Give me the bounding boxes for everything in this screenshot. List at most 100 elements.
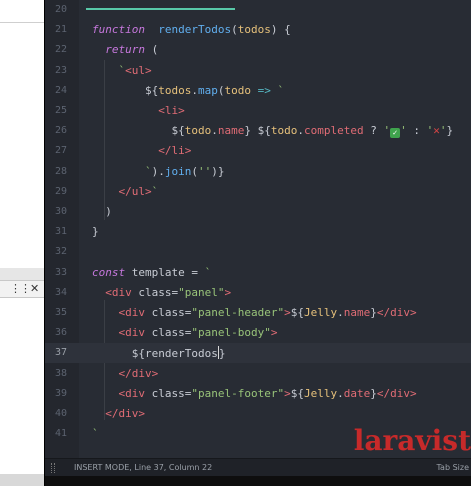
code-token: </ul> [118, 184, 152, 198]
code-line[interactable]: 21 function renderTodos(todos) { [45, 20, 471, 40]
code-token: <div [118, 326, 146, 340]
code-token: '' [197, 164, 212, 178]
code-token: ) [92, 205, 112, 218]
line-number: 23 [54, 64, 67, 76]
code-token: completed [303, 124, 364, 138]
code-line[interactable]: 30 ) [45, 202, 471, 222]
sidebar-footer [0, 474, 44, 486]
code-editor[interactable]: 20 21 function renderTodos(todos) { 22 retu… [45, 0, 471, 458]
code-token: . [211, 124, 218, 138]
code-line[interactable]: 33 const template = ` [45, 263, 471, 283]
code-token: map [197, 83, 218, 97]
close-icon[interactable]: ✕ [30, 282, 39, 295]
code-text: </div> [92, 366, 159, 381]
code-token: Jelly [303, 386, 338, 400]
line-number: 39 [54, 387, 67, 399]
code-token: class= [131, 285, 179, 299]
code-line[interactable]: 20 [45, 0, 471, 20]
code-token: date [343, 386, 371, 400]
code-token: todo [224, 83, 251, 97]
code-text: </li> [92, 144, 191, 158]
code-token: ( [231, 23, 238, 37]
code-token: ( [145, 43, 159, 57]
code-token: } [92, 225, 99, 239]
code-token: } [217, 164, 225, 178]
code-token: ' [400, 124, 407, 138]
code-line[interactable]: 32 [45, 242, 471, 262]
line-number: 22 [54, 44, 67, 56]
code-token: ` [144, 164, 152, 178]
window-bottom-edge [45, 476, 471, 486]
code-token: name [217, 124, 245, 138]
code-line[interactable]: 27 </li> [45, 141, 471, 161]
line-number: 34 [54, 286, 67, 298]
code-line[interactable]: 28 `).join('')} [45, 162, 471, 182]
code-text: </div> [92, 407, 145, 421]
code-line[interactable]: 23 `<ul> [45, 61, 471, 81]
code-text: <div class="panel-header">${Jelly.name}<… [92, 306, 417, 320]
code-line[interactable]: 35 <div class="panel-header">${Jelly.nam… [45, 303, 471, 323]
code-line[interactable]: 22 return ( [45, 40, 471, 60]
line-number: 32 [54, 246, 67, 258]
code-token: Jelly [303, 306, 338, 319]
code-token: . [337, 386, 344, 400]
code-line[interactable]: 29 </ul>` [45, 182, 471, 202]
code-line[interactable]: 24 ${todos.map(todo => ` [45, 81, 471, 101]
code-text: ` [92, 427, 99, 441]
code-token: ${ [144, 83, 159, 97]
code-line[interactable]: 34 <div class="panel"> [45, 283, 471, 303]
code-token: return [105, 43, 145, 57]
code-line[interactable]: 36 <div class="panel-body"> [45, 323, 471, 343]
code-text: ${renderTodos} [92, 346, 225, 361]
code-token: join [164, 164, 192, 178]
code-line[interactable]: 25 <li> [45, 101, 471, 121]
code-token: <ul> [125, 63, 152, 77]
code-token: template = [125, 265, 205, 279]
code-line[interactable]: 37 ${renderTodos} [45, 343, 471, 364]
line-number: 38 [54, 367, 67, 379]
code-token: <div [105, 285, 132, 299]
code-text: <div class="panel-body"> [92, 326, 278, 340]
code-line[interactable]: 39 <div class="panel-footer">${Jelly.dat… [45, 384, 471, 404]
code-token: } [370, 306, 377, 319]
grip-icon[interactable] [51, 463, 55, 473]
code-text: function renderTodos(todos) { [92, 23, 291, 37]
line-number: 40 [54, 408, 67, 419]
code-token: ) [211, 164, 218, 178]
check-mark-icon: ✓ [390, 128, 401, 139]
code-line[interactable]: 31} [45, 222, 471, 242]
code-text: ${todo.name} ${todo.completed ? ' ✓ ' : '✕… [92, 124, 454, 139]
code-line[interactable]: 38 </div> [45, 364, 471, 384]
tab-size-button[interactable]: Tab Size [436, 463, 469, 472]
code-token: </div> [118, 366, 159, 380]
code-token: function [92, 23, 145, 37]
code-line[interactable]: 40 </div> [45, 404, 471, 424]
code-token: renderTodos [158, 23, 232, 37]
code-token: ) { [270, 23, 291, 37]
code-token: </div> [105, 407, 145, 420]
code-token: </div> [376, 306, 417, 319]
code-line[interactable]: 26 ${todo.name} ${todo.completed ? ' ✓ ' :… [45, 121, 471, 141]
code-token: </div> [376, 386, 417, 400]
code-token: ? [363, 124, 384, 138]
line-number: 21 [54, 24, 67, 36]
code-token: "panel-header" [191, 306, 285, 319]
code-text: ) [92, 205, 112, 219]
code-token: name [343, 306, 371, 319]
code-token: ${ [290, 306, 304, 319]
code-text: const template = ` [92, 266, 211, 280]
code-token: ${ [171, 124, 185, 138]
code-token: } [446, 124, 454, 138]
code-token: } [218, 347, 226, 361]
code-token: ` [204, 265, 212, 279]
code-token: todo [184, 124, 212, 138]
